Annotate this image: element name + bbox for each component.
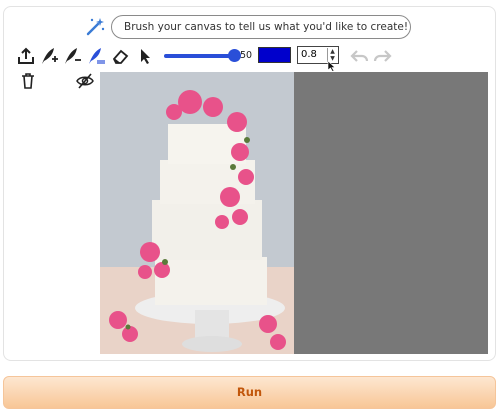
magic-wand-icon[interactable]	[84, 16, 106, 38]
masked-region	[294, 72, 488, 354]
prompt-placeholder: Brush your canvas to tell us what you'd …	[124, 21, 409, 33]
upload-icon[interactable]	[16, 46, 36, 66]
feather-add-icon[interactable]	[39, 46, 59, 66]
undo-icon[interactable]	[350, 46, 370, 66]
feather-plus-icon[interactable]	[86, 46, 106, 66]
brush-size-slider[interactable]	[164, 54, 236, 58]
trash-icon[interactable]	[20, 72, 36, 90]
run-button[interactable]: Run	[3, 376, 496, 409]
brush-size-value: 50	[240, 50, 253, 61]
opacity-value: 0.8	[301, 49, 317, 60]
mouse-cursor-icon	[327, 60, 337, 72]
cake-image	[100, 72, 294, 354]
stepper-up-icon[interactable]: ▲	[328, 48, 337, 55]
eraser-icon[interactable]	[110, 46, 130, 66]
pointer-icon[interactable]	[136, 46, 156, 66]
redo-icon[interactable]	[372, 46, 392, 66]
feather-minus-icon[interactable]	[62, 46, 82, 66]
eye-off-icon[interactable]	[76, 72, 94, 90]
prompt-input[interactable]: Brush your canvas to tell us what you'd …	[111, 15, 411, 39]
brush-color-swatch[interactable]	[258, 47, 291, 63]
image-canvas[interactable]	[100, 72, 488, 354]
